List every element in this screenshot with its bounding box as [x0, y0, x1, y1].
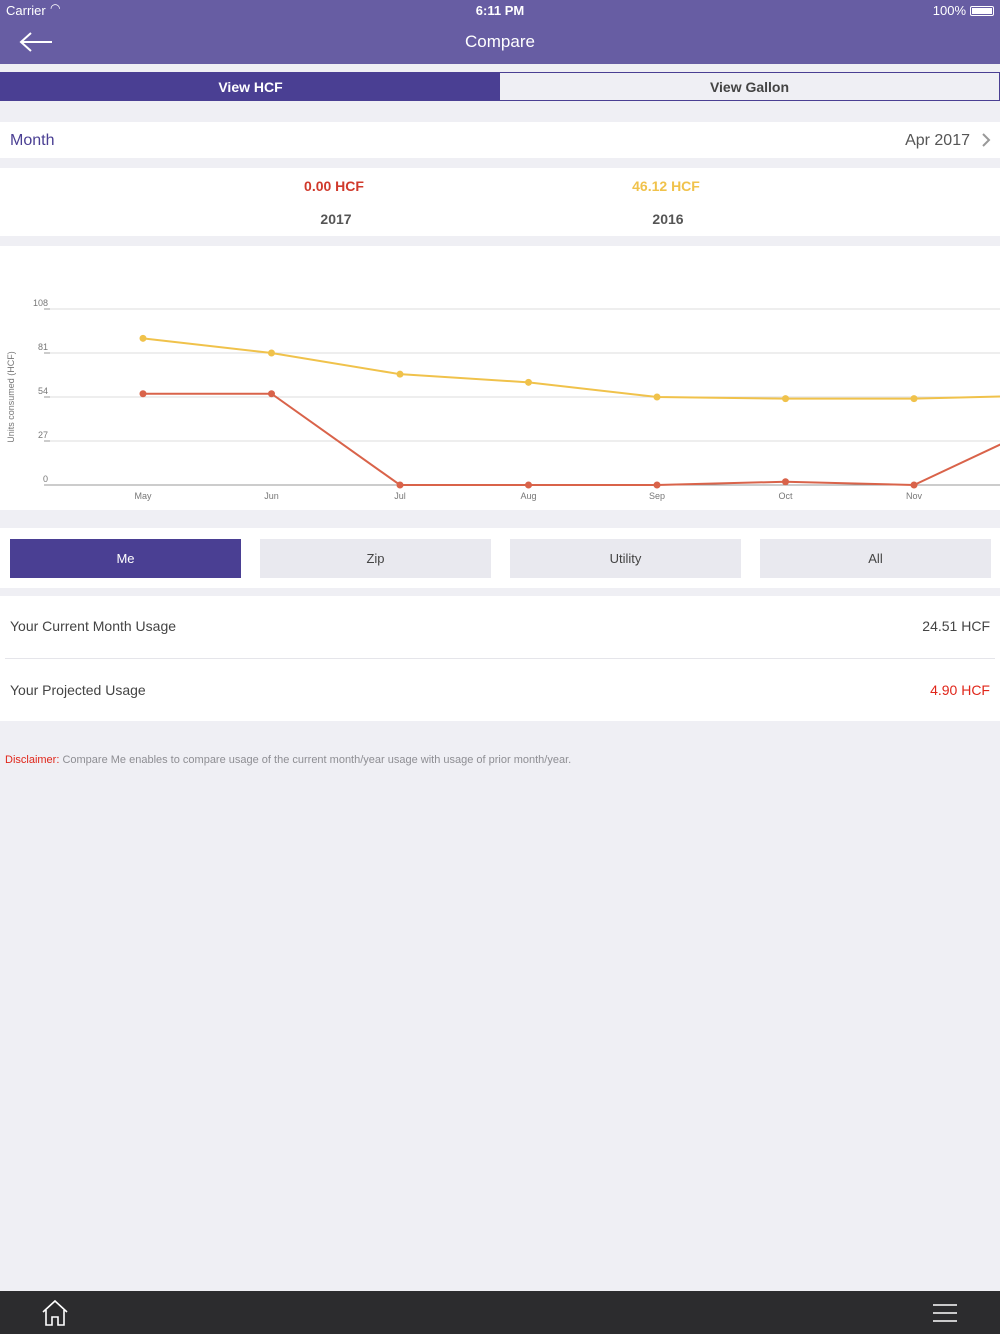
page-title: Compare: [465, 32, 535, 51]
y-axis-label: Units consumed (HCF): [6, 351, 16, 443]
tab-view-gallon[interactable]: View Gallon: [500, 73, 999, 100]
data-point: [653, 481, 661, 489]
hamburger-menu-icon[interactable]: [932, 1303, 958, 1323]
current-usage-label: Your Current Month Usage: [10, 618, 177, 634]
data-point: [525, 481, 532, 489]
data-point: [525, 378, 532, 386]
month-value: Apr 2017: [905, 132, 970, 149]
disclaimer-text: Compare Me enables to compare usage of t…: [59, 754, 572, 766]
battery-icon: [970, 6, 994, 16]
previous-year-total: 46.12 HCF: [632, 178, 700, 194]
month-label: Month: [10, 132, 55, 149]
previous-year-label: 2016: [652, 211, 684, 227]
data-point: [782, 478, 789, 486]
disclaimer: Disclaimer: Compare Me enables to compar…: [5, 754, 995, 766]
data-point: [910, 481, 918, 489]
data-point: [782, 395, 789, 403]
data-point: [268, 390, 275, 398]
y-tick-label: 108: [33, 298, 48, 308]
comparison-filters: Me Zip Utility All: [0, 528, 1000, 588]
unit-segmented-control: View HCF View Gallon: [0, 72, 1000, 101]
x-tick-label: May: [134, 491, 152, 501]
current-usage-row: Your Current Month Usage 24.51 HCF: [0, 596, 1000, 658]
x-tick-label: Jun: [264, 491, 279, 501]
projected-usage-row: Your Projected Usage 4.90 HCF: [0, 660, 1000, 722]
current-year-label: 2017: [320, 211, 352, 227]
y-tick-label: 54: [38, 386, 48, 396]
series-line: [143, 392, 1000, 487]
chart-canvas: 0 27 54 81 108 Units consumed (HCF) May Jun Jul A…: [6, 298, 1000, 501]
projected-usage-value: 4.90 HCF: [930, 682, 990, 698]
usage-line-chart: 0 27 54 81 108 Units consumed (HCF) May Jun Jul A…: [0, 246, 1000, 510]
data-point: [139, 334, 147, 342]
y-tick-label: 0: [43, 474, 48, 484]
x-tick-label: Jul: [394, 491, 406, 501]
current-usage-value: 24.51 HCF: [922, 618, 990, 634]
month-selector[interactable]: Month Apr 2017: [0, 122, 1000, 158]
y-tick-label: 27: [38, 430, 48, 440]
filter-me-button[interactable]: Me: [10, 539, 241, 578]
filter-all-button[interactable]: All: [760, 539, 991, 578]
filter-zip-button[interactable]: Zip: [260, 539, 491, 578]
y-tick-label: 81: [38, 342, 48, 352]
x-tick-label: Oct: [778, 491, 793, 501]
data-point: [910, 395, 918, 403]
status-bar: Carrier ◠ 6:11 PM 100%: [0, 0, 1000, 22]
usage-summary: Your Current Month Usage 24.51 HCF Your …: [0, 596, 1000, 721]
chevron-right-icon: [980, 133, 992, 147]
tab-view-hcf[interactable]: View HCF: [1, 73, 500, 100]
disclaimer-prefix: Disclaimer:: [5, 754, 60, 766]
x-tick-label: Aug: [520, 491, 536, 501]
projected-usage-label: Your Projected Usage: [10, 682, 146, 698]
current-year-total: 0.00 HCF: [304, 178, 364, 194]
data-point: [396, 481, 404, 489]
x-tick-label: Nov: [906, 491, 923, 501]
year-totals: 0.00 HCF 2017 46.12 HCF 2016: [0, 168, 1000, 236]
bottom-tab-bar: [0, 1291, 1000, 1334]
clock: 6:11 PM: [475, 3, 525, 18]
battery-percent: 100%: [932, 3, 966, 18]
navigation-bar: Compare: [0, 22, 1000, 64]
data-point: [653, 393, 661, 401]
data-point: [139, 390, 147, 398]
divider: [5, 658, 995, 659]
data-point: [268, 349, 275, 357]
data-point: [396, 370, 404, 378]
series-line: [142, 337, 1000, 400]
home-icon[interactable]: [40, 1299, 70, 1327]
x-tick-label: Sep: [649, 491, 665, 501]
filter-utility-button[interactable]: Utility: [510, 539, 741, 578]
